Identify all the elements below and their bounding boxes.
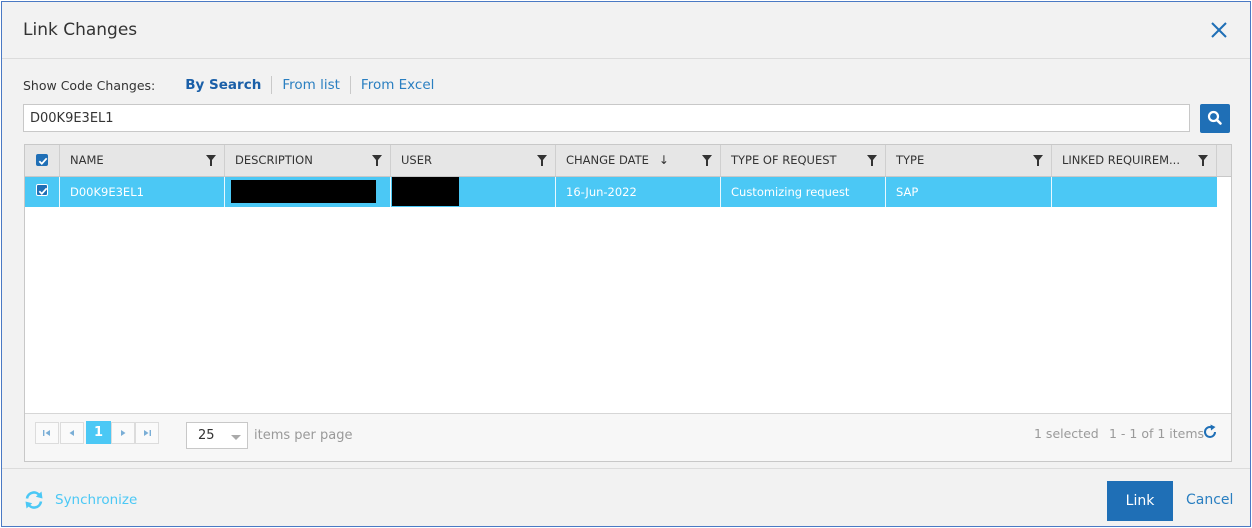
- column-header-linked-requirements[interactable]: LINKED REQUIREM...: [1052, 145, 1217, 176]
- page-number-current[interactable]: 1: [86, 421, 111, 444]
- column-header-change-date[interactable]: CHANGE DATE ↓: [556, 145, 721, 176]
- first-page-icon[interactable]: [42, 428, 52, 438]
- column-user-label: USER: [401, 153, 432, 167]
- column-header-description[interactable]: DESCRIPTION: [225, 145, 391, 176]
- check-icon: [38, 187, 48, 196]
- previous-page-icon[interactable]: [67, 428, 77, 438]
- sync-icon[interactable]: [23, 489, 45, 511]
- cancel-button[interactable]: Cancel: [1186, 492, 1233, 508]
- vertical-scrollbar[interactable]: [1217, 177, 1231, 413]
- dialog-footer: Synchronize Link Cancel: [2, 468, 1250, 526]
- last-page-button[interactable]: [135, 422, 159, 444]
- scrollbar-header: [1217, 145, 1231, 176]
- show-code-changes-label: Show Code Changes:: [23, 77, 156, 93]
- redacted-block: [231, 180, 376, 203]
- column-header-user[interactable]: USER: [391, 145, 556, 176]
- row-checkbox[interactable]: [36, 184, 48, 196]
- search-button[interactable]: [1200, 104, 1230, 133]
- table-row[interactable]: D00K9E3EL1 16-Jun-2022 Customizing reque…: [25, 177, 1217, 207]
- page-size-select[interactable]: 25: [186, 422, 248, 449]
- mode-by-search[interactable]: By Search: [185, 77, 261, 93]
- link-changes-dialog: Link Changes Show Code Changes: By Searc…: [1, 1, 1251, 527]
- items-per-page-label: items per page: [254, 428, 353, 443]
- next-page-icon[interactable]: [118, 428, 128, 438]
- cell-change-date: 16-Jun-2022: [556, 177, 721, 207]
- synchronize-label: Synchronize: [55, 492, 138, 508]
- items-range: 1 - 1 of 1 items: [1109, 426, 1205, 441]
- column-description-label: DESCRIPTION: [235, 153, 313, 167]
- grid-header: NAME DESCRIPTION USER CHANGE DATE ↓ TYPE …: [25, 145, 1231, 177]
- cell-user: [391, 177, 556, 207]
- filter-icon[interactable]: [1198, 155, 1208, 166]
- filter-icon[interactable]: [867, 155, 877, 166]
- close-icon[interactable]: [1207, 18, 1231, 42]
- cell-name: D00K9E3EL1: [60, 177, 225, 207]
- select-all-header: [25, 145, 60, 176]
- show-code-changes-row: Show Code Changes: By Search From list F…: [23, 76, 434, 94]
- mode-separator: [349, 76, 351, 94]
- row-select-cell: [25, 177, 60, 207]
- column-change-date-label: CHANGE DATE: [566, 153, 649, 167]
- filter-icon[interactable]: [702, 155, 712, 166]
- synchronize-button[interactable]: Synchronize: [23, 489, 137, 511]
- column-header-type[interactable]: TYPE: [886, 145, 1052, 176]
- cell-linked-requirements: [1052, 177, 1217, 207]
- selected-count: 1 selected: [1034, 426, 1099, 441]
- page-size-value: 25: [198, 428, 215, 443]
- mode-from-excel[interactable]: From Excel: [361, 77, 435, 93]
- next-page-button[interactable]: [111, 422, 135, 444]
- column-name-label: NAME: [70, 153, 104, 167]
- check-icon: [38, 157, 48, 166]
- search-input[interactable]: [23, 104, 1190, 132]
- close-button[interactable]: [1207, 18, 1231, 42]
- refresh-icon[interactable]: [1202, 424, 1218, 440]
- grid-pager: 1 25 items per page 1 selected 1 - 1 of …: [25, 413, 1231, 461]
- sort-desc-icon: ↓: [658, 153, 669, 167]
- column-type-of-request-label: TYPE OF REQUEST: [731, 153, 837, 167]
- select-all-checkbox[interactable]: [36, 154, 48, 166]
- column-linked-requirements-label: LINKED REQUIREM...: [1062, 153, 1180, 167]
- column-type-label: TYPE: [896, 153, 925, 167]
- dialog-header: Link Changes: [2, 2, 1250, 59]
- column-header-name[interactable]: NAME: [60, 145, 225, 176]
- column-header-type-of-request[interactable]: TYPE OF REQUEST: [721, 145, 886, 176]
- code-changes-grid: NAME DESCRIPTION USER CHANGE DATE ↓ TYPE …: [24, 144, 1232, 462]
- last-page-icon[interactable]: [142, 428, 152, 438]
- mode-from-list[interactable]: From list: [282, 77, 340, 93]
- dialog-title: Link Changes: [23, 20, 138, 40]
- link-button[interactable]: Link: [1107, 481, 1173, 521]
- previous-page-button[interactable]: [60, 422, 84, 444]
- filter-icon[interactable]: [1033, 155, 1043, 166]
- cell-type: SAP: [886, 177, 1052, 207]
- redacted-block: [392, 177, 459, 206]
- filter-icon[interactable]: [206, 155, 216, 166]
- refresh-button[interactable]: [1202, 424, 1218, 440]
- filter-icon[interactable]: [372, 155, 382, 166]
- cell-type-of-request: Customizing request: [721, 177, 886, 207]
- filter-icon[interactable]: [537, 155, 547, 166]
- mode-separator: [271, 76, 273, 94]
- cell-description: [225, 177, 391, 207]
- dialog-body: Show Code Changes: By Search From list F…: [2, 60, 1250, 467]
- first-page-button[interactable]: [35, 422, 59, 444]
- search-icon[interactable]: [1200, 104, 1230, 133]
- chevron-down-icon[interactable]: [231, 435, 241, 440]
